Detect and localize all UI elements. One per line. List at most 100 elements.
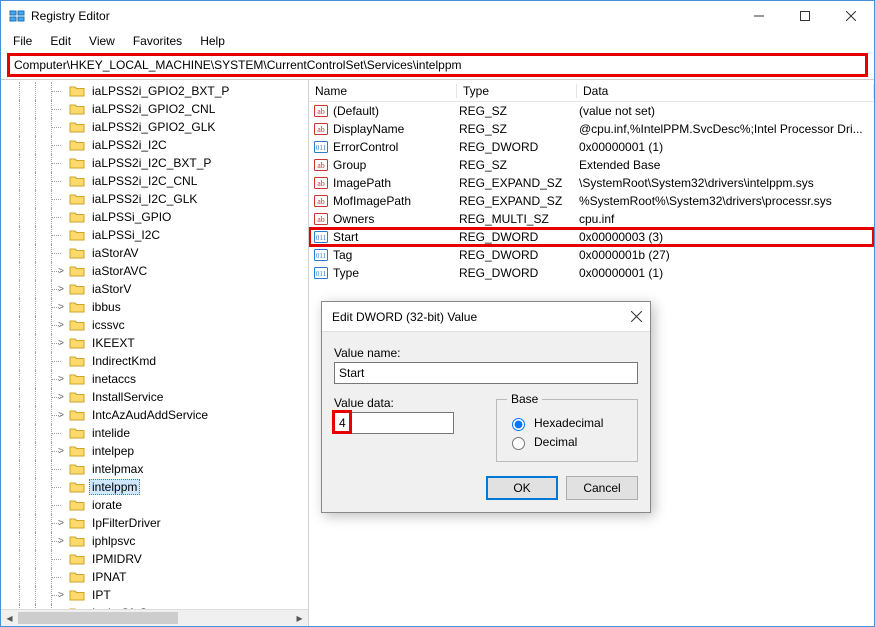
tree-item-label: intelpmax xyxy=(89,461,146,477)
value-row[interactable]: 011TypeREG_DWORD0x00000001 (1) xyxy=(309,264,874,282)
value-name-field[interactable] xyxy=(334,362,638,384)
menu-edit[interactable]: Edit xyxy=(42,32,79,50)
tree-item-label: IpFilterDriver xyxy=(89,515,164,531)
value-data: 0x00000003 (3) xyxy=(579,230,874,244)
tree-item[interactable]: iaLPSS2i_I2C xyxy=(1,136,308,154)
ok-button[interactable]: OK xyxy=(486,476,558,500)
folder-icon xyxy=(69,516,85,530)
maximize-button[interactable] xyxy=(782,1,828,31)
col-data[interactable]: Data xyxy=(577,84,874,98)
scroll-left-icon[interactable]: ◂ xyxy=(1,610,18,626)
value-data-field[interactable] xyxy=(334,412,454,434)
tree-item[interactable]: intelppm xyxy=(1,478,308,496)
tree-item[interactable]: iaLPSS2i_I2C_CNL xyxy=(1,172,308,190)
tree-item[interactable]: >IPT xyxy=(1,586,308,604)
tree-item[interactable]: >iaStorAVC xyxy=(1,262,308,280)
tree-item[interactable]: iaLPSSi_I2C xyxy=(1,226,308,244)
folder-icon xyxy=(69,192,85,206)
tree-item[interactable]: IPMIDRV xyxy=(1,550,308,568)
svg-text:011: 011 xyxy=(316,270,327,278)
value-row[interactable]: abGroupREG_SZExtended Base xyxy=(309,156,874,174)
tree-item[interactable]: iaLPSS2i_I2C_GLK xyxy=(1,190,308,208)
value-type: REG_SZ xyxy=(459,104,579,118)
tree-item[interactable]: >InstallService xyxy=(1,388,308,406)
menu-file[interactable]: File xyxy=(5,32,40,50)
cancel-button[interactable]: Cancel xyxy=(566,476,638,500)
tree-item-label: IPMIDRV xyxy=(89,551,145,567)
dword-value-icon: 011 xyxy=(313,139,329,155)
folder-icon xyxy=(69,318,85,332)
folder-icon xyxy=(69,264,85,278)
string-value-icon: ab xyxy=(313,175,329,191)
radio-hex-input[interactable] xyxy=(512,418,525,431)
tree-item[interactable]: >iaStorV xyxy=(1,280,308,298)
titlebar: Registry Editor xyxy=(1,1,874,31)
folder-icon xyxy=(69,174,85,188)
value-data: 0x00000001 (1) xyxy=(579,266,874,280)
tree-item[interactable]: iorate xyxy=(1,496,308,514)
value-row[interactable]: ab(Default)REG_SZ(value not set) xyxy=(309,102,874,120)
radio-hexadecimal[interactable]: Hexadecimal xyxy=(507,415,627,431)
tree-item[interactable]: >IpFilterDriver xyxy=(1,514,308,532)
tree-item[interactable]: >IntcAzAudAddService xyxy=(1,406,308,424)
value-name: Owners xyxy=(333,212,459,226)
string-value-icon: ab xyxy=(313,193,329,209)
folder-icon xyxy=(69,588,85,602)
tree-item-label: iaLPSS2i_GPIO2_CNL xyxy=(89,101,218,117)
tree-item[interactable]: iaLPSSi_GPIO xyxy=(1,208,308,226)
string-value-icon: ab xyxy=(313,157,329,173)
tree-item[interactable]: >inetaccs xyxy=(1,370,308,388)
tree-item[interactable]: >IKEEXT xyxy=(1,334,308,352)
tree-item[interactable]: iaLPSS2i_GPIO2_BXT_P xyxy=(1,82,308,100)
menubar: File Edit View Favorites Help xyxy=(1,31,874,51)
tree-item[interactable]: iaStorAV xyxy=(1,244,308,262)
value-row[interactable]: 011ErrorControlREG_DWORD0x00000001 (1) xyxy=(309,138,874,156)
minimize-button[interactable] xyxy=(736,1,782,31)
tree-item[interactable]: IndirectKmd xyxy=(1,352,308,370)
tree-item[interactable]: IPNAT xyxy=(1,568,308,586)
scroll-thumb[interactable] xyxy=(18,612,178,624)
radio-dec-input[interactable] xyxy=(512,437,525,450)
tree-item[interactable]: >icssvc xyxy=(1,316,308,334)
value-row[interactable]: abImagePathREG_EXPAND_SZ\SystemRoot\Syst… xyxy=(309,174,874,192)
tree-pane[interactable]: iaLPSS2i_GPIO2_BXT_PiaLPSS2i_GPIO2_CNLia… xyxy=(1,80,309,626)
tree-item-label: IPT xyxy=(89,587,114,603)
col-type[interactable]: Type xyxy=(457,84,577,98)
radio-decimal[interactable]: Decimal xyxy=(507,434,627,450)
dword-value-icon: 011 xyxy=(313,265,329,281)
menu-favorites[interactable]: Favorites xyxy=(125,32,190,50)
tree-item-label: iaStorV xyxy=(89,281,134,297)
value-row[interactable]: abDisplayNameREG_SZ@cpu.inf,%IntelPPM.Sv… xyxy=(309,120,874,138)
menu-help[interactable]: Help xyxy=(192,32,233,50)
tree-horizontal-scrollbar[interactable]: ◂ ▸ xyxy=(1,609,308,626)
tree-item[interactable]: intelpmax xyxy=(1,460,308,478)
tree-item[interactable]: iaLPSS2i_GPIO2_GLK xyxy=(1,118,308,136)
value-row[interactable]: 011TagREG_DWORD0x0000001b (27) xyxy=(309,246,874,264)
tree-item[interactable]: iaLPSS2i_GPIO2_CNL xyxy=(1,100,308,118)
col-name[interactable]: Name xyxy=(309,84,457,98)
value-name: DisplayName xyxy=(333,122,459,136)
tree-item[interactable]: >ibbus xyxy=(1,298,308,316)
value-row[interactable]: 011StartREG_DWORD0x00000003 (3) xyxy=(309,228,874,246)
menu-view[interactable]: View xyxy=(81,32,123,50)
tree-item[interactable]: >iphlpsvc xyxy=(1,532,308,550)
dialog-close-icon[interactable] xyxy=(631,309,642,325)
tree-item[interactable]: iaLPSS2i_I2C_BXT_P xyxy=(1,154,308,172)
folder-icon xyxy=(69,336,85,350)
tree-item-label: IndirectKmd xyxy=(89,353,159,369)
tree-item[interactable]: intelide xyxy=(1,424,308,442)
tree-item-label: intelide xyxy=(89,425,133,441)
value-row[interactable]: abOwnersREG_MULTI_SZcpu.inf xyxy=(309,210,874,228)
close-button[interactable] xyxy=(828,1,874,31)
tree-item-label: icssvc xyxy=(89,317,128,333)
value-name: ErrorControl xyxy=(333,140,459,154)
tree-item[interactable]: >intelpep xyxy=(1,442,308,460)
values-header: Name Type Data xyxy=(309,80,874,102)
folder-icon xyxy=(69,408,85,422)
address-bar[interactable]: Computer\HKEY_LOCAL_MACHINE\SYSTEM\Curre… xyxy=(7,53,868,77)
scroll-right-icon[interactable]: ▸ xyxy=(291,610,308,626)
value-type: REG_MULTI_SZ xyxy=(459,212,579,226)
svg-text:011: 011 xyxy=(316,252,327,260)
value-row[interactable]: abMofImagePathREG_EXPAND_SZ%SystemRoot%\… xyxy=(309,192,874,210)
folder-icon xyxy=(69,120,85,134)
